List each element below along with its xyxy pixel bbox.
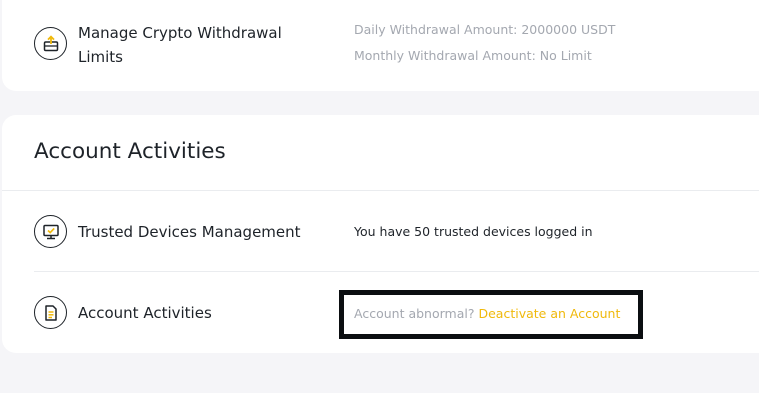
trusted-devices-label: Trusted Devices Management	[78, 223, 301, 241]
row-divider	[34, 271, 759, 272]
section-title: Account Activities	[34, 139, 226, 164]
daily-withdrawal-amount: Daily Withdrawal Amount: 2000000 USDT	[354, 22, 616, 37]
account-abnormal-text: Account abnormal?	[354, 306, 475, 321]
account-activities-label: Account Activities	[78, 304, 212, 322]
document-icon	[34, 296, 67, 329]
withdrawal-limits-label-line1: Manage Crypto Withdrawal	[78, 24, 282, 42]
deactivate-account-link[interactable]: Deactivate an Account	[478, 306, 620, 321]
withdrawal-limits-card: Manage Crypto Withdrawal Limits Daily Wi…	[2, 0, 759, 91]
highlight-box: Account abnormal? Deactivate an Account	[339, 290, 643, 339]
upload-tray-icon	[34, 27, 67, 60]
monthly-withdrawal-amount: Monthly Withdrawal Amount: No Limit	[354, 48, 592, 63]
trusted-devices-row[interactable]: Trusted Devices Management You have 50 t…	[34, 215, 759, 249]
monitor-check-icon	[34, 215, 67, 248]
section-divider	[2, 190, 759, 191]
withdrawal-limits-label: Manage Crypto Withdrawal Limits	[78, 21, 282, 69]
withdrawal-limits-row: Manage Crypto Withdrawal Limits Daily Wi…	[34, 22, 759, 66]
trusted-devices-value: You have 50 trusted devices logged in	[354, 224, 593, 239]
account-abnormal-text-group: Account abnormal? Deactivate an Account	[354, 295, 620, 333]
withdrawal-limits-label-line2: Limits	[78, 48, 123, 66]
